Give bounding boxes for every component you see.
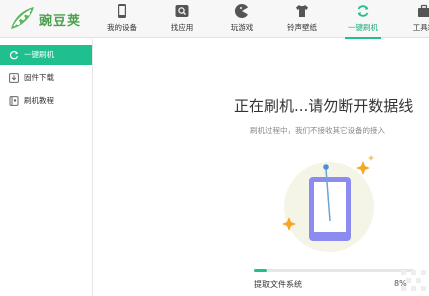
sparkle-icon [368,155,374,161]
nav-my-device[interactable]: 我的设备 [92,0,152,38]
pacman-icon [234,4,248,19]
nav-label: 找应用 [170,23,194,32]
nav-toolbox[interactable]: 工具箱 [394,0,429,38]
nav-find-app[interactable]: 找应用 [152,0,212,38]
sidebar-item-label: 固件下载 [24,73,54,82]
nav-play-games[interactable]: 玩游戏 [212,0,272,38]
toolbox-icon [418,4,429,17]
nav-label: 工具箱 [412,23,429,32]
status-subline: 刷机过程中，我们不接收其它设备的接入 [250,126,385,135]
phone-icon [118,4,126,18]
nav-label: 一键刷机 [348,23,378,32]
nav-label: 我的设备 [107,23,137,32]
find-app-icon [175,5,189,17]
app-logo[interactable]: 豌豆荚 [8,4,88,34]
top-navigation-bar: 豌豆荚 我的设备 找应用 玩游戏 铃声壁纸 一键刷机 工具 [0,0,429,39]
status-headline: 正在刷机...请勿断开数据线 [234,97,414,115]
sidebar-item-one-click-flash[interactable]: 一键刷机 [0,45,92,65]
app-name: 豌豆荚 [39,14,82,29]
refresh-icon [9,50,19,60]
progress-bar-fill [254,269,267,272]
pea-pod-logo-icon [11,7,34,29]
corner-watermark [401,270,426,291]
sidebar-item-flash-tutorial[interactable]: 刷机教程 [0,91,92,111]
sidebar-item-firmware-download[interactable]: 固件下载 [0,68,92,88]
shirt-icon [296,5,308,17]
download-icon [9,73,19,83]
nav-ringtone-wallpaper[interactable]: 铃声壁纸 [272,0,332,38]
nav-one-click-flash[interactable]: 一键刷机 [333,0,393,39]
progress-step-label: 提取文件系统 [254,280,302,289]
nav-label: 玩游戏 [230,23,254,32]
refresh-icon [357,5,369,17]
book-icon [9,96,19,106]
sidebar: 一键刷机 固件下载 刷机教程 [0,39,93,296]
nav-label: 铃声壁纸 [287,23,317,32]
flashing-phone-illustration [282,155,374,252]
sidebar-item-label: 一键刷机 [24,50,54,59]
sidebar-item-label: 刷机教程 [24,96,54,105]
flash-progress-panel: 正在刷机...请勿断开数据线 刷机过程中，我们不接收其它设备的接入 提取文件系统… [94,39,429,296]
